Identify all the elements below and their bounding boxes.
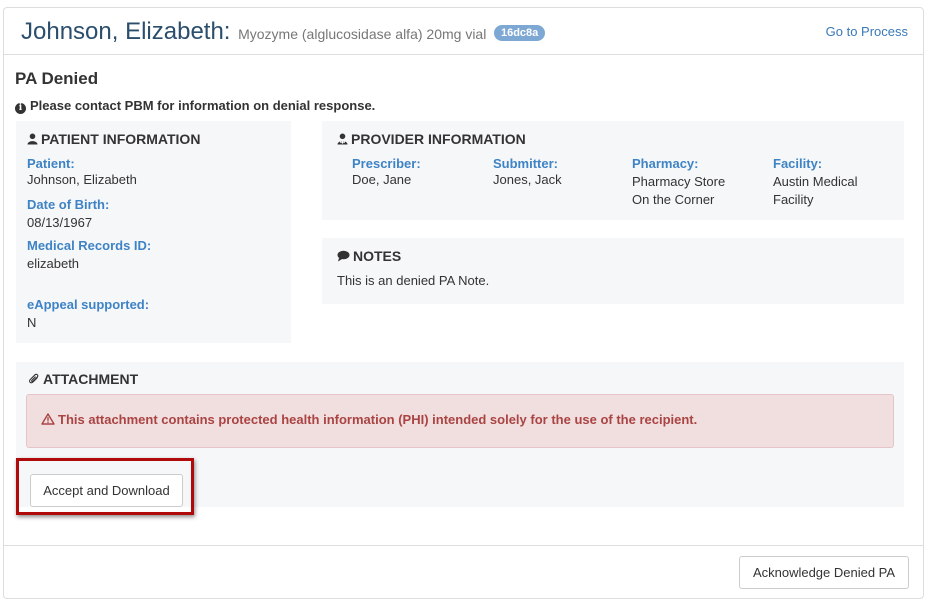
submitter-label: Submitter: — [493, 156, 558, 171]
drug-name: Myozyme (alglucosidase alfa) 20mg vial — [238, 26, 487, 42]
eappeal-value: N — [27, 315, 37, 330]
medical-records-id-value: elizabeth — [27, 256, 80, 271]
submitter-value: Jones, Jack — [493, 172, 562, 187]
eappeal-label: eAppeal supported: — [27, 297, 150, 312]
facility-label: Facility: — [773, 156, 823, 171]
paperclip-icon — [29, 373, 39, 384]
user-md-icon — [337, 133, 348, 145]
comment-icon — [337, 250, 350, 262]
status-message: i Please contact PBM for information on d… — [15, 98, 375, 114]
prescriber-label: Prescriber: — [352, 156, 421, 171]
facility-value-line2: Facility — [773, 192, 814, 207]
dob-label: Date of Birth: — [27, 197, 110, 212]
phi-warning-alert: This attachment contains protected healt… — [26, 394, 894, 448]
page-title: Johnson, Elizabeth: Myozyme (alglucosida… — [21, 18, 546, 46]
attachment-title: ATTACHMENT — [43, 371, 139, 387]
attachment-heading: ATTACHMENT — [29, 371, 138, 387]
patient-value: Johnson, Elizabeth — [27, 172, 137, 187]
panel-heading: Johnson, Elizabeth: Myozyme (alglucosida… — [4, 8, 923, 55]
patient-label: Patient: — [27, 156, 75, 171]
info-circle-icon: i — [15, 103, 26, 114]
facility-value-line1: Austin Medical — [773, 174, 858, 189]
provider-information-section: PROVIDER INFORMATION Prescriber: Doe, Ja… — [322, 121, 904, 220]
patient-information-title: PATIENT INFORMATION — [41, 131, 201, 147]
notes-heading: NOTES — [337, 248, 401, 264]
provider-information-heading: PROVIDER INFORMATION — [337, 131, 526, 147]
pharmacy-label: Pharmacy: — [632, 156, 699, 171]
notes-section: NOTES This is an denied PA Note. — [322, 238, 904, 304]
pharmacy-value-line1: Pharmacy Store — [632, 174, 726, 189]
phi-warning: This attachment contains protected healt… — [41, 412, 697, 427]
acknowledge-denied-pa-button[interactable]: Acknowledge Denied PA — [739, 556, 909, 589]
status-title: PA Denied — [15, 69, 99, 88]
notes-text: This is an denied PA Note. — [337, 273, 490, 288]
medical-records-id-label: Medical Records ID: — [27, 238, 152, 253]
warning-icon — [41, 413, 55, 425]
dob-value: 08/13/1967 — [27, 215, 93, 230]
patient-name-heading: Johnson, Elizabeth: — [21, 18, 231, 45]
footer-divider — [4, 545, 923, 546]
pharmacy-value-line2: On the Corner — [632, 192, 715, 207]
provider-information-title: PROVIDER INFORMATION — [351, 131, 526, 147]
notes-title: NOTES — [353, 248, 402, 264]
user-icon — [27, 133, 38, 145]
accept-and-download-button[interactable]: Accept and Download — [30, 474, 183, 507]
status-message-text: Please contact PBM for information on de… — [30, 98, 376, 113]
phi-warning-text: This attachment contains protected healt… — [58, 412, 698, 427]
patient-information-heading: PATIENT INFORMATION — [27, 131, 200, 147]
patient-information-section: PATIENT INFORMATION Patient: Johnson, El… — [16, 121, 291, 343]
id-badge: 16dc8a — [493, 25, 546, 41]
prescriber-value: Doe, Jane — [352, 172, 412, 187]
go-to-process-link[interactable]: Go to Process — [826, 24, 908, 39]
